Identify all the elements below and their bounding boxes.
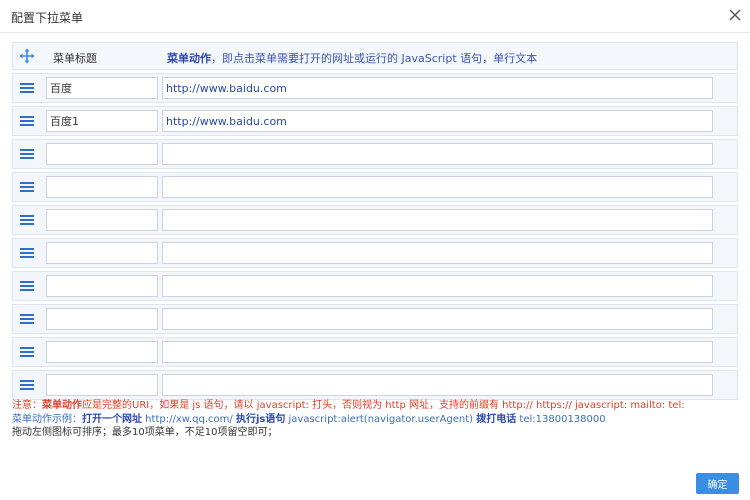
drag-handle-icon[interactable] <box>13 305 41 333</box>
note-examples-prefix: 菜单动作示例： <box>12 413 82 425</box>
menu-rows <box>12 73 738 400</box>
dialog-header: 配置下拉菜单 <box>0 0 750 33</box>
menu-title-input[interactable] <box>46 275 158 297</box>
menu-action-input[interactable] <box>162 341 713 363</box>
menu-row <box>12 238 738 268</box>
menu-row <box>12 106 738 136</box>
menu-action-input[interactable] <box>162 308 713 330</box>
menu-row <box>12 73 738 103</box>
note-examples: 菜单动作示例：打开一个网址 http://xw.qq.com/ 执行js语句 j… <box>12 413 738 427</box>
example-label-js: 执行js语句 <box>235 413 286 425</box>
menu-title-input[interactable] <box>46 209 158 231</box>
note-sorting: 拖动左侧图标可排序；最多10项菜单，不足10项留空即可； <box>12 427 278 438</box>
note-warning: 注意：菜单动作应是完整的URI，如果是 js 语句，请以 javascript:… <box>12 399 738 413</box>
drag-handle-icon[interactable] <box>13 140 41 168</box>
menu-row <box>12 205 738 235</box>
menu-title-input[interactable] <box>46 242 158 264</box>
menu-row <box>12 370 738 400</box>
close-icon[interactable] <box>728 8 742 22</box>
drag-handle-icon[interactable] <box>13 338 41 366</box>
move-arrows-icon <box>13 43 41 69</box>
menu-action-input[interactable] <box>162 176 713 198</box>
menu-row <box>12 271 738 301</box>
example-value-js: javascript:alert(navigator.userAgent) <box>285 413 477 425</box>
drag-handle-icon[interactable] <box>13 371 41 399</box>
note-warning-bold: 菜单动作 <box>42 400 82 411</box>
drag-handle-icon[interactable] <box>13 107 41 135</box>
menu-title-input[interactable] <box>46 341 158 363</box>
column-header-action-bold: 菜单动作 <box>167 52 211 65</box>
drag-handle-icon[interactable] <box>13 272 41 300</box>
column-header-title: 菜单标题 <box>53 52 97 65</box>
example-label-url: 打开一个网址 <box>82 413 142 425</box>
menu-action-input[interactable] <box>162 242 713 264</box>
menu-title-input[interactable] <box>46 176 158 198</box>
menu-action-input[interactable] <box>162 374 713 396</box>
drag-handle-icon[interactable] <box>13 206 41 234</box>
column-header-action: 菜单动作，即点击菜单需要打开的网址或运行的 JavaScript 语句，单行文本 <box>167 50 537 66</box>
column-header-action-desc: ，即点击菜单需要打开的网址或运行的 JavaScript 语句，单行文本 <box>211 52 538 65</box>
menu-action-input[interactable] <box>162 143 713 165</box>
menu-action-input[interactable] <box>162 110 713 132</box>
menu-row <box>12 337 738 367</box>
menu-row <box>12 172 738 202</box>
drag-handle-icon[interactable] <box>13 173 41 201</box>
menu-config-table: 菜单标题 菜单动作，即点击菜单需要打开的网址或运行的 JavaScript 语句… <box>12 42 738 403</box>
menu-action-input[interactable] <box>162 275 713 297</box>
menu-title-input[interactable] <box>46 143 158 165</box>
note-warning-prefix: 注意： <box>12 400 42 411</box>
confirm-button[interactable]: 确定 <box>696 473 739 494</box>
menu-row <box>12 139 738 169</box>
menu-action-input[interactable] <box>162 77 713 99</box>
example-value-url: http://xw.qq.com/ <box>142 413 236 425</box>
note-warning-text: 应是完整的URI，如果是 js 语句，请以 javascript: 打头，否则视… <box>82 400 685 411</box>
example-value-tel: tel:13800138000 <box>516 413 606 425</box>
menu-title-input[interactable] <box>46 77 158 99</box>
menu-title-input[interactable] <box>46 110 158 132</box>
dialog-title: 配置下拉菜单 <box>11 11 84 25</box>
example-label-tel: 拨打电话 <box>476 413 517 425</box>
menu-action-input[interactable] <box>162 209 713 231</box>
drag-handle-icon[interactable] <box>13 74 41 102</box>
table-header-row: 菜单标题 菜单动作，即点击菜单需要打开的网址或运行的 JavaScript 语句… <box>12 42 738 70</box>
menu-title-input[interactable] <box>46 374 158 396</box>
menu-row <box>12 304 738 334</box>
drag-handle-icon[interactable] <box>13 239 41 267</box>
help-notes: 注意：菜单动作应是完整的URI，如果是 js 语句，请以 javascript:… <box>12 399 738 440</box>
menu-title-input[interactable] <box>46 308 158 330</box>
